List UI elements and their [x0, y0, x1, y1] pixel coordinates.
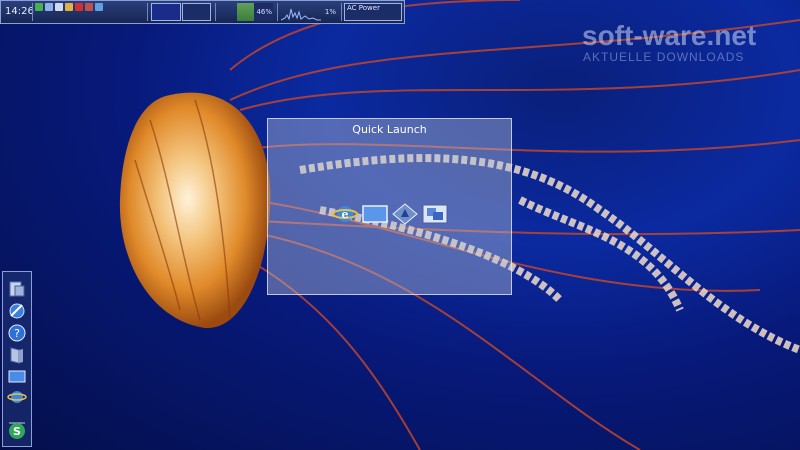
show-desktop-icon[interactable]	[362, 203, 388, 225]
pager-desktop-1[interactable]	[151, 3, 181, 21]
system-tray	[35, 3, 103, 11]
display-icon[interactable]	[45, 3, 53, 11]
divider	[277, 3, 278, 21]
desktop-pager	[151, 3, 211, 21]
watermark-brand: soft-ware.net	[582, 20, 757, 51]
power-status-label: AC Power	[347, 4, 380, 12]
cpu-graph	[280, 8, 321, 21]
divider	[215, 3, 216, 21]
quick-launch-icons: e	[332, 203, 448, 225]
svg-text:e: e	[342, 208, 349, 221]
divider	[32, 3, 33, 21]
cpu-meter[interactable]: 1%	[280, 3, 337, 21]
media-icon[interactable]	[392, 203, 418, 225]
memory-meter-label: 46%	[256, 8, 272, 16]
app-icon[interactable]: S	[7, 422, 27, 440]
watermark: soft-ware.net AKTUELLE DOWNLOADS	[582, 20, 757, 65]
svg-text:S: S	[13, 425, 21, 438]
clock[interactable]: 14:26	[5, 6, 34, 17]
network-icon[interactable]	[35, 3, 43, 11]
desktop-icon[interactable]	[7, 368, 27, 386]
switch-windows-icon[interactable]	[422, 203, 448, 225]
memory-meter-fill	[237, 3, 254, 21]
security-icon[interactable]	[75, 3, 83, 11]
quick-launch-title: Quick Launch	[352, 123, 427, 136]
watermark-subtitle: AKTUELLE DOWNLOADS	[583, 50, 745, 64]
pager-desktop-2[interactable]	[181, 3, 211, 21]
divider	[341, 3, 342, 21]
monitor-icon[interactable]	[95, 3, 103, 11]
documents-icon[interactable]	[7, 346, 27, 364]
transfer-icon[interactable]	[65, 3, 73, 11]
internet-explorer-icon[interactable]	[7, 388, 27, 406]
cpu-meter-label: 1%	[324, 8, 336, 16]
left-dock: ? S	[2, 271, 32, 447]
help-icon[interactable]: ?	[7, 324, 27, 342]
svg-text:?: ?	[14, 327, 20, 340]
divider	[147, 3, 148, 21]
file-manager-icon[interactable]	[7, 280, 27, 298]
memory-meter[interactable]: 46%	[237, 3, 273, 21]
browser-icon[interactable]	[7, 302, 27, 320]
internet-explorer-icon[interactable]: e	[332, 203, 358, 225]
power-status[interactable]: AC Power	[344, 3, 402, 21]
volume-icon[interactable]	[55, 3, 63, 11]
flag-icon[interactable]	[85, 3, 93, 11]
separator	[7, 410, 27, 424]
top-system-bar: 14:26 46% 1% AC Power	[0, 0, 405, 24]
quick-launch-panel: Quick Launch e	[267, 118, 512, 295]
